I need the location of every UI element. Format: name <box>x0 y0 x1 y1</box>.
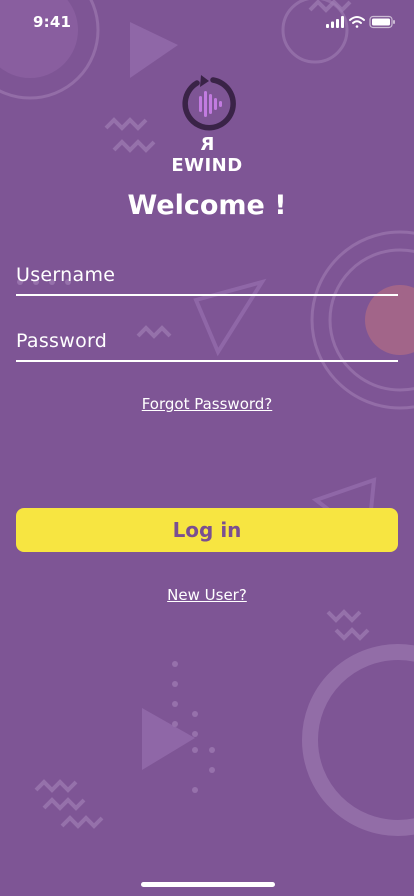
status-time: 9:41 <box>33 13 72 31</box>
status-icons <box>326 15 395 29</box>
home-indicator <box>141 882 275 887</box>
logo-wordmark-rest: EWIND <box>171 155 243 176</box>
logo-reversed-letter: R <box>199 134 215 155</box>
password-field <box>16 324 398 362</box>
status-bar: 9:41 <box>0 0 414 44</box>
username-input[interactable] <box>16 258 398 292</box>
username-field <box>16 258 398 296</box>
logo-wordmark: REWIND <box>167 134 247 176</box>
page-title: Welcome ! <box>127 190 287 221</box>
signal-icon <box>326 16 344 28</box>
login-screen: 9:41 REWIND Welcome ! Username Forgot Pa… <box>0 0 414 896</box>
rewind-logo-icon <box>182 75 236 131</box>
app-logo: REWIND <box>167 74 247 176</box>
battery-icon <box>369 15 395 29</box>
login-button[interactable]: Log in <box>16 508 398 552</box>
forgot-password-link[interactable]: Forgot Password? <box>0 395 414 413</box>
wifi-icon <box>349 16 365 28</box>
new-user-link[interactable]: New User? <box>0 586 414 604</box>
password-input[interactable] <box>16 324 398 358</box>
